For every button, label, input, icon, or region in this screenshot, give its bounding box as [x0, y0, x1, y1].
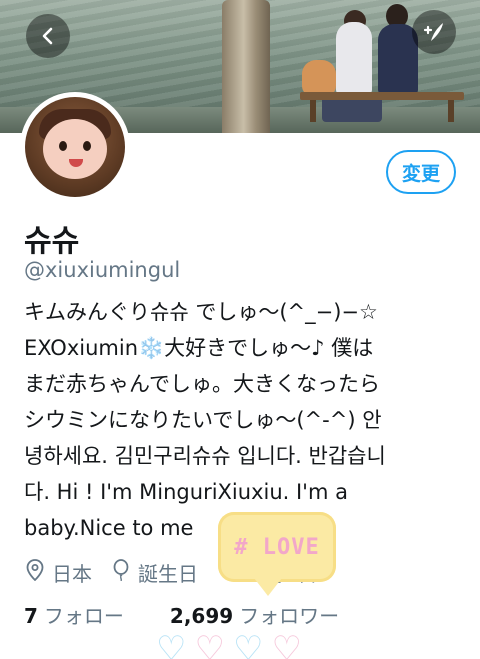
back-button[interactable]	[26, 14, 70, 58]
followers-label[interactable]: フォロワー	[239, 600, 339, 629]
user-handle: @xiuxiumingul	[24, 258, 181, 282]
avatar-eye	[59, 141, 67, 151]
avatar-image	[25, 97, 125, 197]
banner-bench-leg	[448, 100, 454, 122]
avatar-eye	[83, 141, 91, 151]
edit-profile-button[interactable]: 変更	[386, 150, 456, 194]
display-name: 슈슈	[24, 224, 80, 259]
compose-button[interactable]	[412, 10, 456, 54]
compose-feather-icon	[423, 23, 443, 41]
heart-icon: ♡	[232, 629, 264, 659]
heart-icon: ♡	[271, 629, 302, 659]
banner-bench	[300, 92, 464, 100]
followers-count[interactable]: 2,699	[170, 604, 233, 628]
sticker-tail	[254, 578, 282, 596]
banner-plush-toy	[302, 60, 336, 96]
banner-bench-leg	[310, 100, 316, 122]
profile-bio: キムみんぐり슈슈 でしゅ〜(^_−)−☆ EXOxiumin❄️大好きでしゅ〜♪…	[24, 300, 386, 540]
hearts-decoration: ♡ ♡ ♡ ♡	[156, 632, 302, 659]
chevron-left-icon	[42, 27, 53, 45]
avatar[interactable]	[20, 92, 130, 202]
heart-icon: ♡	[156, 629, 187, 659]
sticker-text: # LOVE	[234, 534, 320, 560]
love-sticker: # LOVE	[218, 512, 336, 582]
location-pin-icon	[24, 558, 46, 586]
banner-tree-trunk	[222, 0, 270, 133]
follow-stats: 7 フォロー 2,699 フォロワー	[24, 600, 385, 629]
following-label[interactable]: フォロー	[44, 600, 124, 629]
location-text: 日本	[52, 561, 92, 586]
heart-icon: ♡	[194, 629, 225, 659]
avatar-face	[43, 119, 107, 179]
balloon-icon	[110, 558, 132, 586]
location: 日本	[24, 558, 92, 587]
banner-person	[336, 22, 372, 94]
following-count[interactable]: 7	[24, 604, 38, 628]
birthday-prefix: 誕生日	[138, 561, 198, 586]
